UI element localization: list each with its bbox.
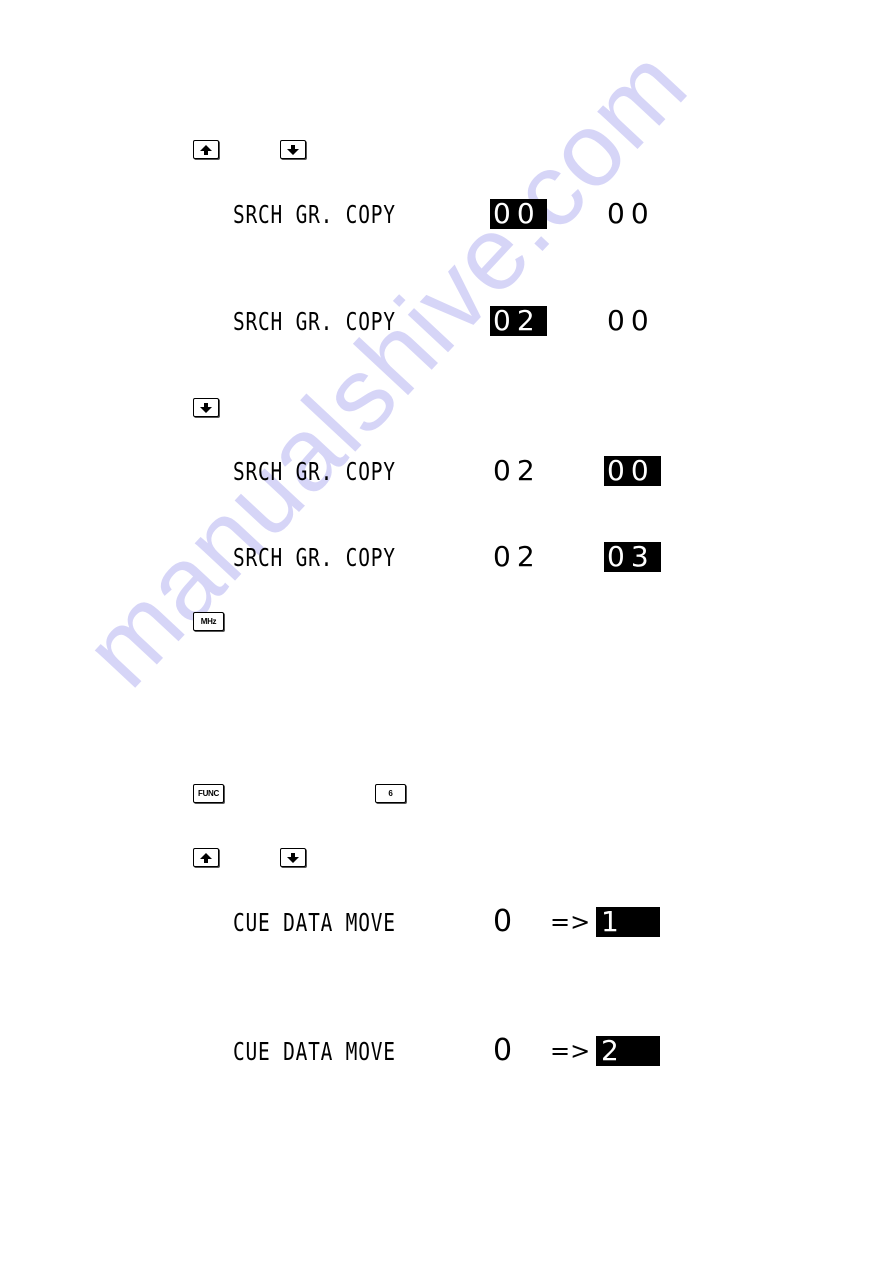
numeric-6-key[interactable]: 6 <box>375 784 406 803</box>
lcd-srch-copy-3: SRCH GR. COPY 02 00 <box>233 456 663 488</box>
cue-source: 0 <box>493 904 519 939</box>
lcd-label: SRCH GR. COPY <box>233 307 396 336</box>
lcd-label: CUE DATA MOVE <box>233 908 396 937</box>
cue-dest: 1 <box>596 907 660 937</box>
move-arrow: => <box>550 908 591 936</box>
lcd-label: SRCH GR. COPY <box>233 543 396 572</box>
lcd-cue-move-1: CUE DATA MOVE 0 => 1 <box>233 907 663 939</box>
mhz-key[interactable]: MHz <box>193 612 224 631</box>
source-group: 02 <box>493 454 541 487</box>
source-group: 02 <box>490 306 547 336</box>
down-key[interactable] <box>280 848 306 867</box>
dest-group: 00 <box>604 456 661 486</box>
watermark: manualshive.com <box>62 26 710 709</box>
lcd-label: SRCH GR. COPY <box>233 200 396 229</box>
arrow-down-icon <box>200 402 212 413</box>
lcd-label: CUE DATA MOVE <box>233 1037 396 1066</box>
arrow-down-icon <box>287 144 299 155</box>
arrow-up-icon <box>200 852 212 863</box>
lcd-cue-move-2: CUE DATA MOVE 0 => 2 <box>233 1036 663 1068</box>
dest-group: 03 <box>604 542 661 572</box>
lcd-srch-copy-1: SRCH GR. COPY 00 00 <box>233 199 663 231</box>
arrow-down-icon <box>287 852 299 863</box>
source-group: 02 <box>493 540 541 573</box>
dest-group: 00 <box>607 197 655 230</box>
func-key[interactable]: FUNC <box>193 784 224 803</box>
cue-dest: 2 <box>596 1036 660 1066</box>
source-group: 00 <box>490 199 547 229</box>
cue-source: 0 <box>493 1033 519 1068</box>
lcd-label: SRCH GR. COPY <box>233 457 396 486</box>
lcd-srch-copy-4: SRCH GR. COPY 02 03 <box>233 542 663 574</box>
up-key[interactable] <box>193 140 219 159</box>
down-key[interactable] <box>193 398 219 417</box>
arrow-up-icon <box>200 144 212 155</box>
up-key[interactable] <box>193 848 219 867</box>
lcd-srch-copy-2: SRCH GR. COPY 02 00 <box>233 306 663 338</box>
down-key[interactable] <box>280 140 306 159</box>
move-arrow: => <box>550 1037 591 1065</box>
dest-group: 00 <box>607 304 655 337</box>
